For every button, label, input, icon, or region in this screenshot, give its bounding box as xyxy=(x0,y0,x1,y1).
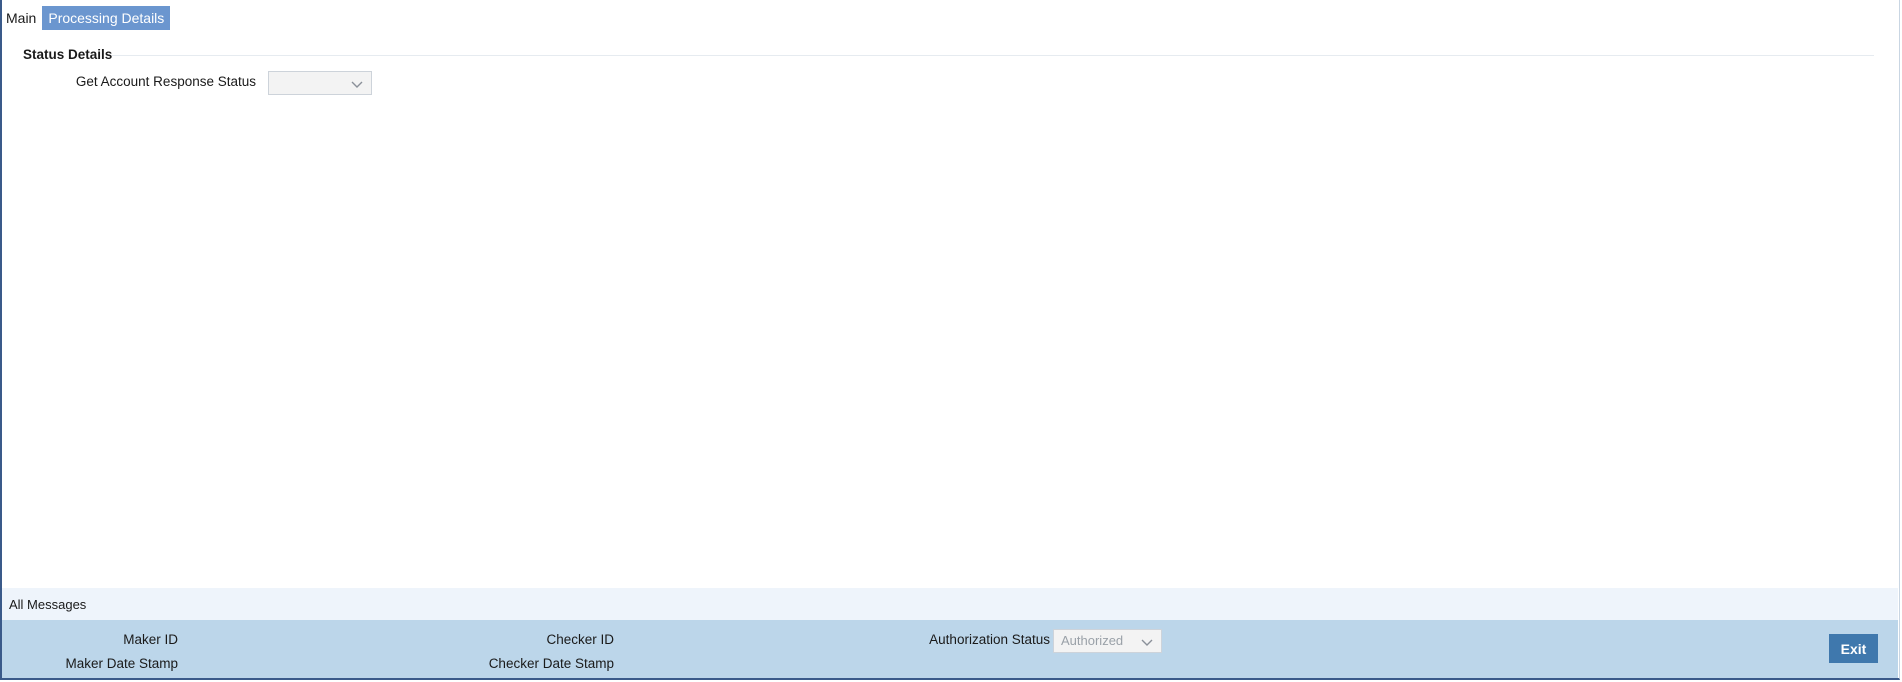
all-messages-label: All Messages xyxy=(9,597,87,612)
section-divider xyxy=(112,55,1874,56)
all-messages-bar[interactable]: All Messages xyxy=(2,588,1898,620)
get-account-response-status-select[interactable] xyxy=(268,71,372,95)
get-account-response-status-label: Get Account Response Status xyxy=(75,74,256,89)
authorization-status-select[interactable]: Authorized xyxy=(1053,629,1162,653)
chevron-down-icon xyxy=(1141,639,1153,646)
authorization-status-label: Authorization Status xyxy=(929,632,1050,647)
authorization-status-value: Authorized xyxy=(1061,633,1124,648)
audit-footer xyxy=(2,620,1898,678)
exit-button[interactable]: Exit xyxy=(1829,634,1878,663)
section-title-status-details: Status Details xyxy=(23,47,113,62)
maker-id-label: Maker ID xyxy=(123,632,178,647)
chevron-down-icon xyxy=(351,81,363,88)
tab-main[interactable]: Main xyxy=(4,6,40,30)
tab-bar: Main Processing Details xyxy=(4,6,171,30)
tab-processing-details[interactable]: Processing Details xyxy=(42,6,171,30)
checker-id-label: Checker ID xyxy=(546,632,614,647)
maker-date-stamp-label: Maker Date Stamp xyxy=(65,656,178,671)
checker-date-stamp-label: Checker Date Stamp xyxy=(488,656,614,671)
window-frame xyxy=(0,0,1900,680)
